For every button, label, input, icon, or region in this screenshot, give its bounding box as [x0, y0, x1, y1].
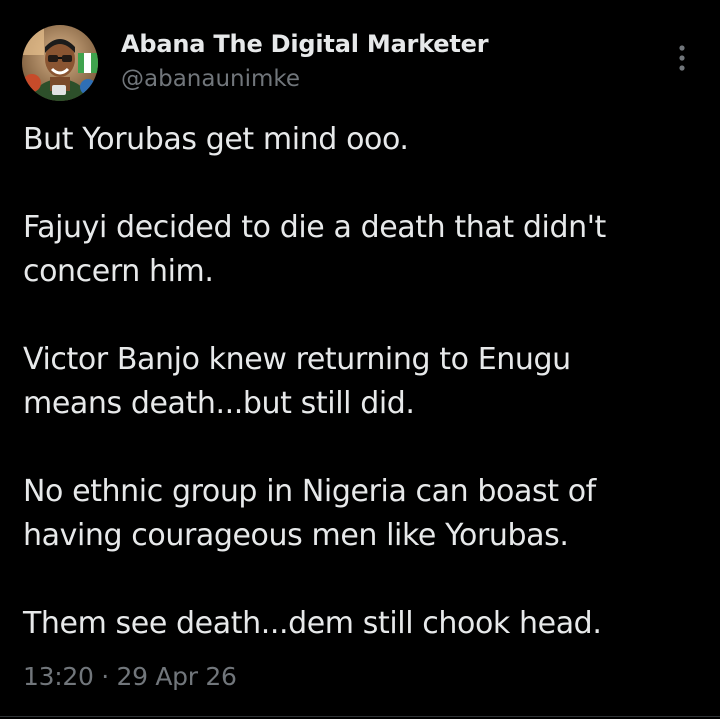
tweet-line: Them see death...dem still chook head. [23, 606, 602, 641]
avatar-photo-icon [22, 25, 98, 101]
tweet-text: But Yorubas get mind ooo. Fajuyi decided… [23, 118, 703, 646]
tweet-date: 29 Apr 26 [116, 662, 237, 691]
more-options-button[interactable] [668, 38, 696, 78]
tweet-time: 13:20 [23, 662, 94, 691]
author-name[interactable]: Abana The Digital Marketer [121, 30, 489, 58]
tweet-card: Abana The Digital Marketer @abanaunimke … [0, 0, 720, 719]
tweet-line: means death...but still did. [23, 386, 415, 421]
tweet-paragraph: Them see death...dem still chook head. [23, 602, 703, 646]
tweet-line: Victor Banjo knew returning to Enugu [23, 342, 571, 377]
author-avatar[interactable] [22, 25, 98, 101]
timestamp-separator: · [101, 662, 109, 691]
more-vertical-icon [679, 45, 685, 71]
divider [0, 716, 720, 717]
tweet-line: But Yorubas get mind ooo. [23, 122, 409, 157]
tweet-line: Fajuyi decided to die a death that didn'… [23, 210, 606, 245]
tweet-line: No ethnic group in Nigeria can boast of [23, 474, 596, 509]
tweet-paragraph: But Yorubas get mind ooo. [23, 118, 703, 162]
tweet-paragraph: Fajuyi decided to die a death that didn'… [23, 206, 703, 294]
author-handle[interactable]: @abanaunimke [121, 66, 300, 92]
tweet-paragraph: Victor Banjo knew returning to Enugu mea… [23, 338, 703, 426]
tweet-line: concern him. [23, 254, 214, 289]
tweet-timestamp[interactable]: 13:20 · 29 Apr 26 [23, 662, 237, 691]
tweet-paragraph: No ethnic group in Nigeria can boast of … [23, 470, 703, 558]
tweet-line: having courageous men like Yorubas. [23, 518, 569, 553]
